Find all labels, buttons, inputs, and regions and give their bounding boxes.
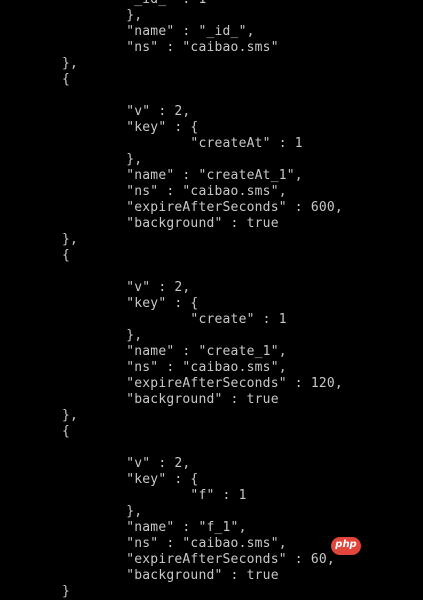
- console-line: "name" : "f_1",: [62, 520, 247, 535]
- console-line: {: [62, 248, 71, 263]
- console-line: },: [62, 152, 143, 167]
- console-line: "expireAfterSeconds" : 60,: [62, 552, 335, 567]
- console-line: "name" : "_id_",: [62, 24, 255, 39]
- console-line: "f" : 1: [62, 488, 247, 503]
- console-line: "name" : "create_1",: [62, 344, 287, 359]
- console-line: "ns" : "caibao.sms",: [62, 536, 287, 551]
- console-line: "expireAfterSeconds" : 120,: [62, 376, 343, 391]
- console-line: {: [62, 424, 71, 439]
- php-watermark-logo: php: [331, 537, 361, 555]
- console-line: "name" : "createAt_1",: [62, 168, 303, 183]
- console-line: "background" : true: [62, 216, 279, 231]
- console-line: "expireAfterSeconds" : 600,: [62, 200, 343, 215]
- console-line: "v" : 2,: [62, 104, 191, 119]
- console-line: "createAt" : 1: [62, 136, 303, 151]
- console-line: "key" : {: [62, 296, 199, 311]
- console-line: }: [62, 584, 71, 599]
- console-line: "v" : 2,: [62, 456, 191, 471]
- console-line: },: [62, 408, 79, 423]
- console-line: },: [62, 8, 143, 23]
- console-output: "_id_" : 1 }, "name" : "_id_", "ns" : "c…: [0, 0, 423, 599]
- console-line: "background" : true: [62, 568, 279, 583]
- console-line: "ns" : "caibao.sms",: [62, 360, 287, 375]
- console-line: "ns" : "caibao.sms",: [62, 184, 287, 199]
- console-line: "key" : {: [62, 472, 199, 487]
- console-line: "ns" : "caibao.sms": [62, 40, 279, 55]
- console-line: {: [62, 72, 71, 87]
- console-line: },: [62, 56, 79, 71]
- console-line: },: [62, 328, 143, 343]
- console-line: },: [62, 504, 143, 519]
- console-line: "_id_" : 1: [62, 0, 206, 8]
- console-line: },: [62, 232, 79, 247]
- console-line: "background" : true: [62, 392, 279, 407]
- console-line: "v" : 2,: [62, 280, 191, 295]
- console-line: "key" : {: [62, 120, 199, 135]
- console-line: "create" : 1: [62, 312, 287, 327]
